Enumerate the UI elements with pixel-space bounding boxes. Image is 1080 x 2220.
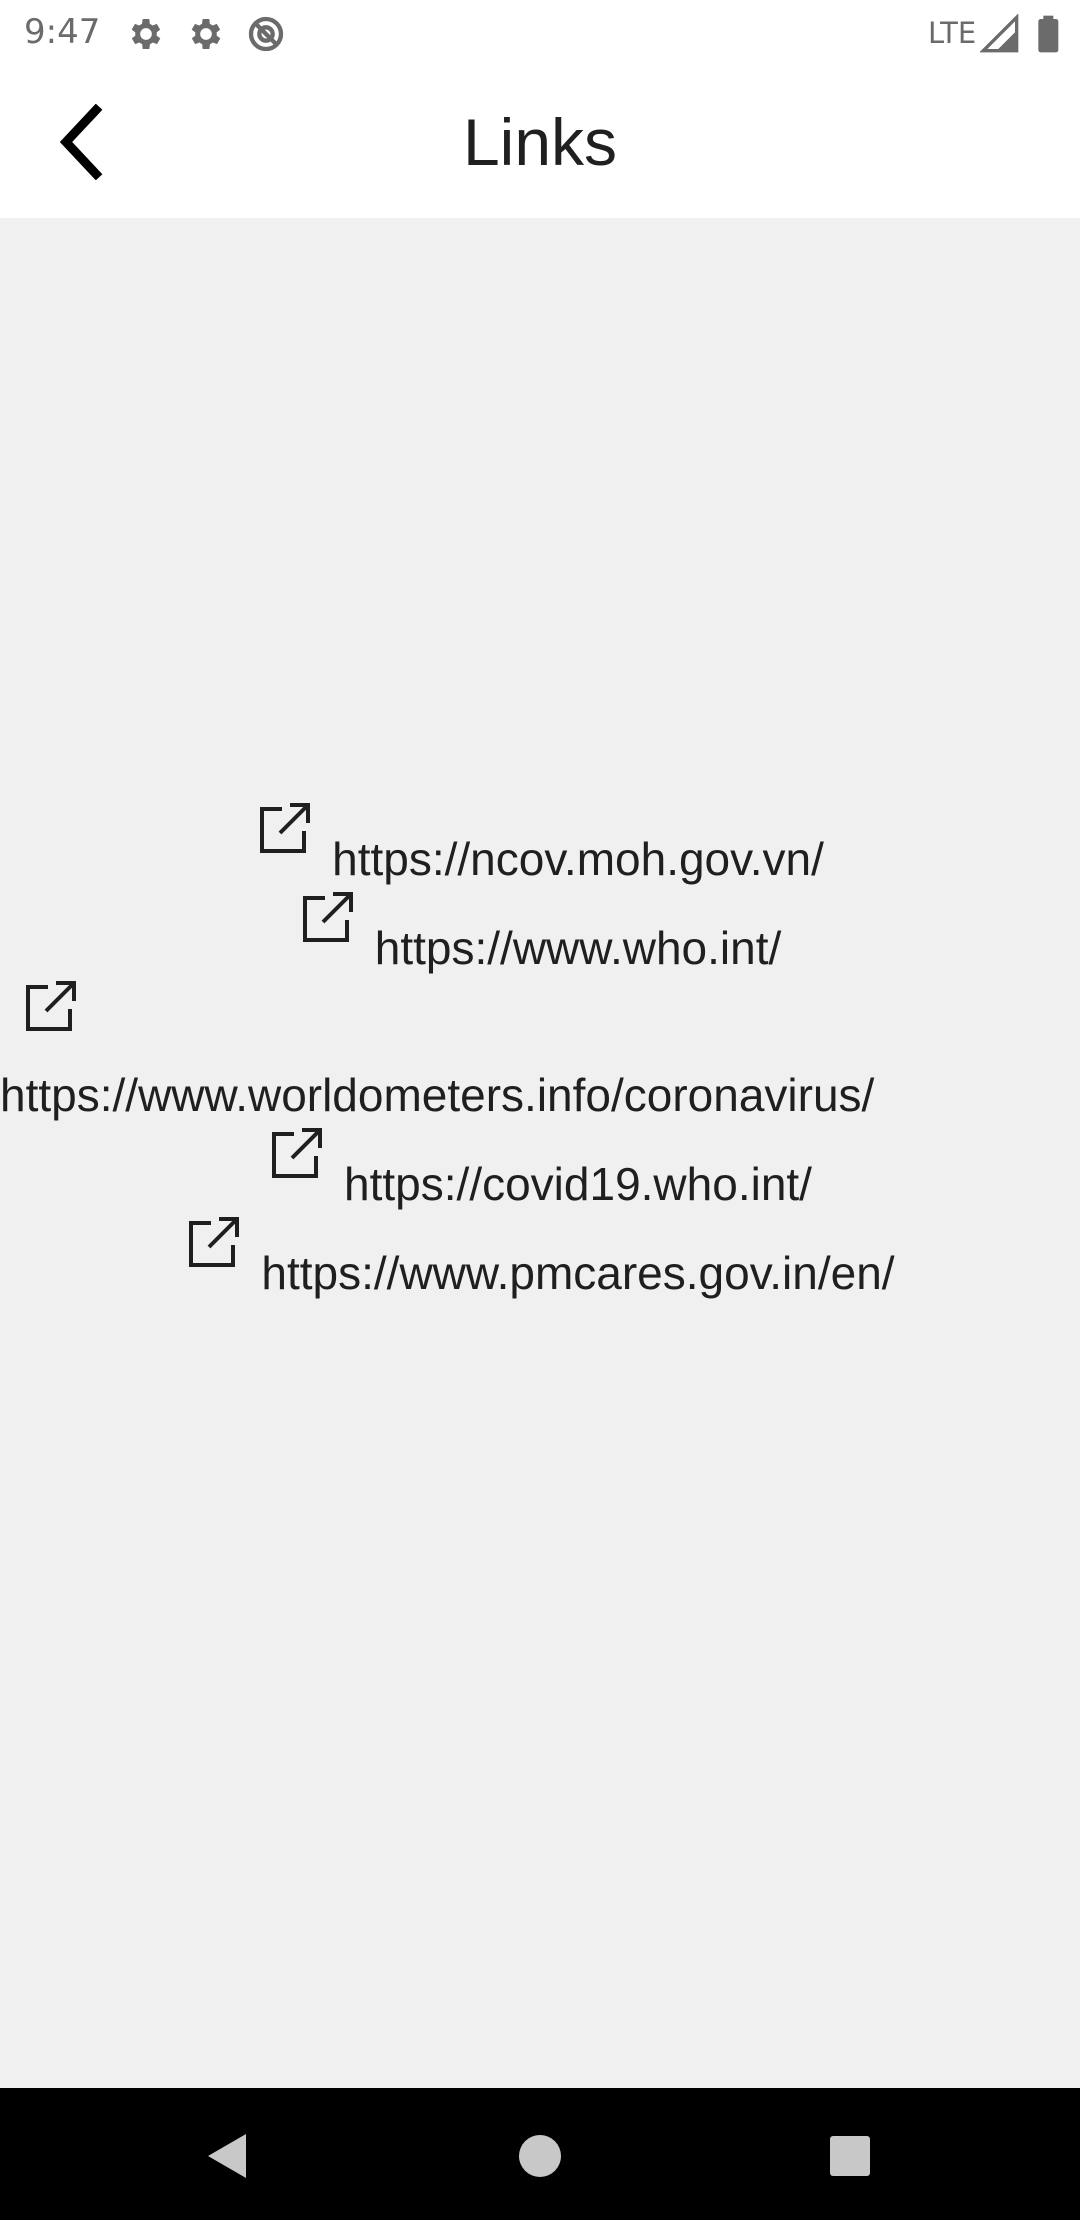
external-link-icon xyxy=(272,1128,323,1178)
chevron-left-icon xyxy=(59,104,103,180)
status-time: 9:47 xyxy=(24,12,101,52)
network-type-label: LTE xyxy=(928,16,977,50)
link-item[interactable]: https://www.who.int/ xyxy=(0,892,1080,977)
link-url: https://www.pmcares.gov.in/en/ xyxy=(261,1247,895,1299)
link-url: https://ncov.moh.gov.vn/ xyxy=(332,833,824,885)
external-link-icon xyxy=(26,981,76,1031)
home-circle-icon[interactable] xyxy=(510,2126,570,2186)
link-url: https://covid19.who.int/ xyxy=(344,1158,812,1210)
link-url: https://www.who.int/ xyxy=(374,922,782,974)
link-item[interactable]: https://www.pmcares.gov.in/en/ xyxy=(0,1217,1080,1302)
external-link-icon xyxy=(302,892,353,942)
page-title: Links xyxy=(462,105,618,179)
screen: 9:47 LTE Links https://ncov.moh.gov.vn/ … xyxy=(0,0,1080,2220)
back-triangle-icon[interactable] xyxy=(200,2126,260,2186)
signal-icon xyxy=(980,14,1019,53)
external-link-icon xyxy=(189,1217,240,1267)
links-list: https://ncov.moh.gov.vn/ https://www.who… xyxy=(0,803,1080,1333)
link-item[interactable]: https://covid19.who.int/ xyxy=(0,1128,1080,1213)
external-link-icon xyxy=(260,803,311,853)
system-nav-bar xyxy=(0,2088,1080,2220)
gear-icon xyxy=(191,19,221,49)
link-item[interactable]: https://ncov.moh.gov.vn/ xyxy=(0,803,1080,888)
link-item[interactable]: https://www.worldometers.info/coronaviru… xyxy=(0,981,874,1124)
app-bar: Links xyxy=(0,66,1080,218)
recents-square-icon[interactable] xyxy=(820,2126,880,2186)
link-url: https://www.worldometers.info/coronaviru… xyxy=(0,1069,875,1121)
back-button[interactable] xyxy=(40,100,124,184)
sync-icon xyxy=(248,16,284,52)
status-bar: 9:47 LTE xyxy=(0,0,1080,66)
battery-icon xyxy=(1038,15,1059,53)
gear-icon xyxy=(131,19,161,49)
